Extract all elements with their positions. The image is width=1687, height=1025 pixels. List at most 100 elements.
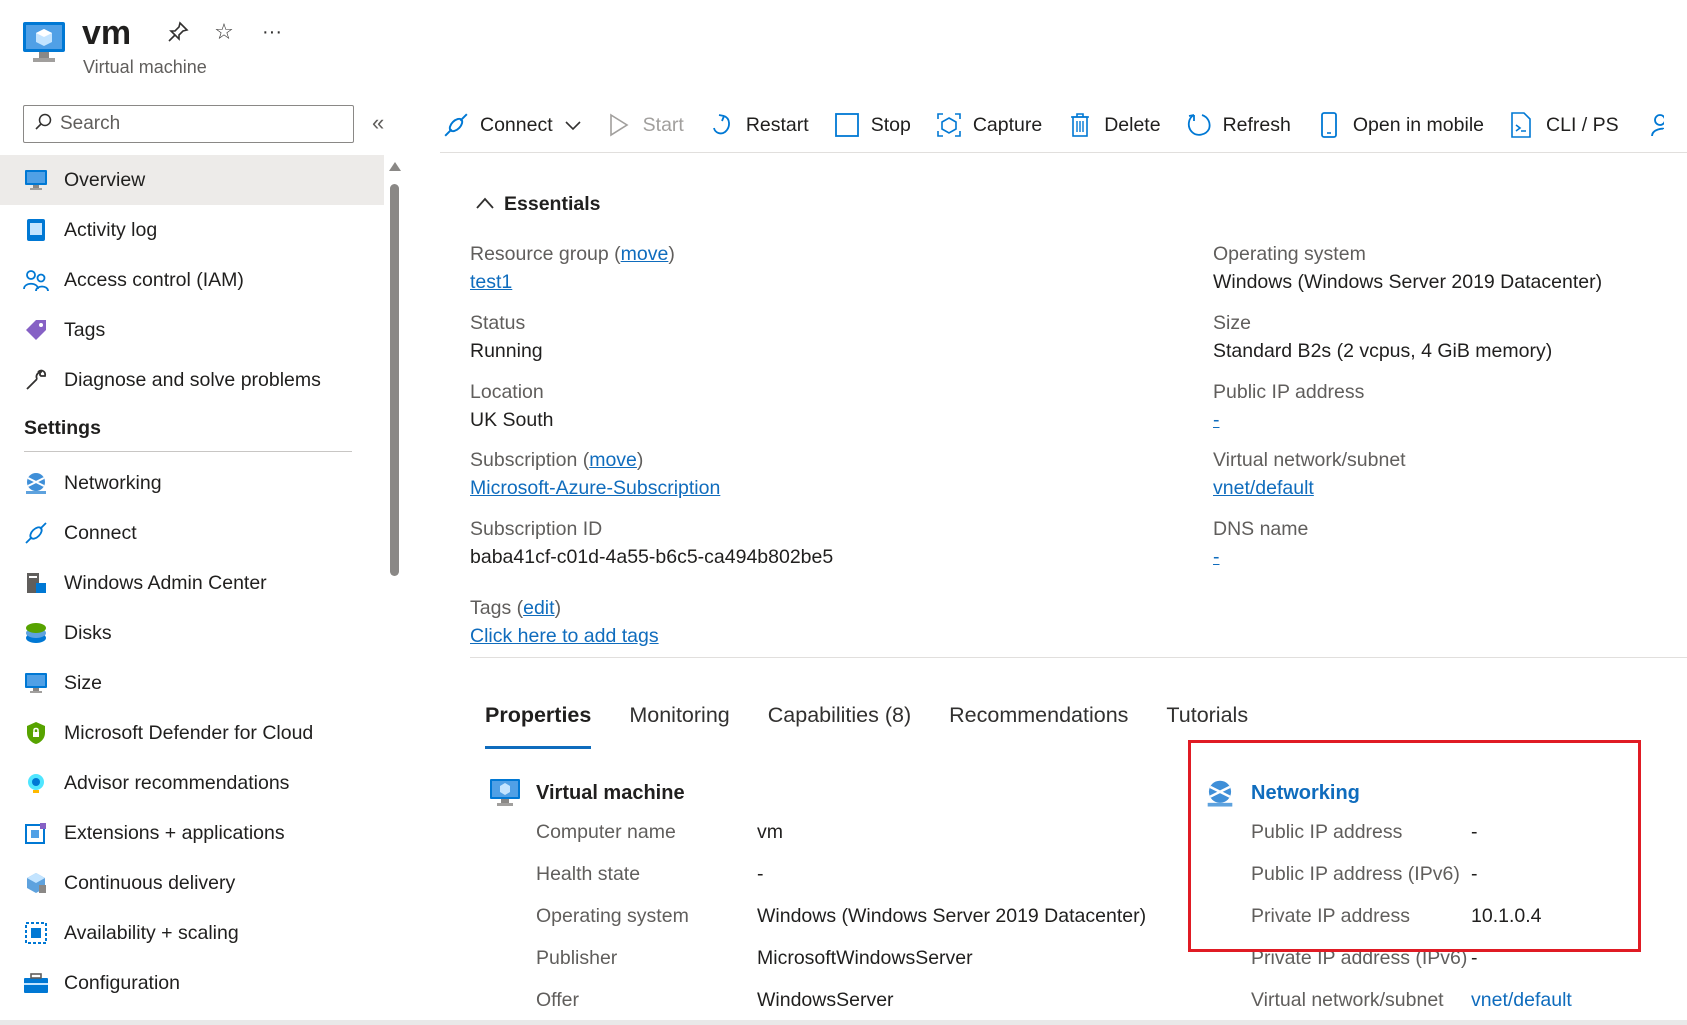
dns-link[interactable]: -: [1213, 546, 1220, 568]
vnet-subnet-link[interactable]: vnet/default: [1471, 986, 1572, 1014]
shield-icon: [22, 719, 50, 747]
status-value: Running: [470, 340, 543, 362]
resource-group-link[interactable]: test1: [470, 271, 512, 293]
public-ip-link[interactable]: -: [1213, 409, 1220, 431]
vnet-link[interactable]: vnet/default: [1213, 477, 1314, 499]
sidebar-item-label: Access control (IAM): [64, 268, 244, 291]
scroll-up-arrow-icon[interactable]: [389, 162, 401, 171]
delete-label: Delete: [1104, 113, 1161, 136]
more-icon[interactable]: ···: [258, 18, 286, 46]
size-label: Size: [1213, 312, 1251, 334]
monitor-icon: [22, 166, 50, 194]
cli-document-icon: [1508, 111, 1536, 139]
plug-icon: [442, 111, 470, 139]
prop-label: Computer name: [536, 821, 676, 843]
stop-icon: [833, 111, 861, 139]
cli-ps-button[interactable]: CLI / PS: [1508, 111, 1619, 139]
subscription-link[interactable]: Microsoft-Azure-Subscription: [470, 477, 720, 499]
capture-icon: [935, 111, 963, 139]
disk-icon: [22, 619, 50, 647]
star-icon[interactable]: ☆: [210, 18, 238, 46]
tab-capabilities[interactable]: Capabilities (8): [768, 703, 911, 749]
tags-edit-link[interactable]: edit: [523, 597, 554, 619]
sidebar-nav: Overview Activity log Access control (IA…: [0, 155, 384, 1008]
start-button[interactable]: Start: [605, 111, 684, 139]
sidebar-item-label: Disks: [64, 621, 112, 644]
bottom-edge: [0, 1020, 1687, 1025]
tags-label: Tags (: [470, 597, 524, 619]
person-feedback-icon: [1643, 111, 1671, 139]
sidebar-item-advisor[interactable]: Advisor recommendations: [0, 758, 384, 808]
close-paren: ): [636, 449, 644, 471]
delete-button[interactable]: Delete: [1066, 111, 1161, 139]
dns-field: DNS name -: [1213, 515, 1308, 571]
feedback-button[interactable]: [1643, 111, 1681, 139]
open-in-mobile-button[interactable]: Open in mobile: [1315, 111, 1484, 139]
connect-label: Connect: [480, 113, 553, 136]
capture-label: Capture: [972, 113, 1043, 136]
sidebar-item-disks[interactable]: Disks: [0, 608, 384, 658]
play-icon: [605, 111, 633, 139]
highlight-box: [1188, 740, 1641, 952]
sidebar-item-overview[interactable]: Overview: [0, 155, 384, 205]
capture-button[interactable]: Capture: [935, 111, 1042, 139]
tab-monitoring[interactable]: Monitoring: [629, 703, 729, 749]
subscription-move-link[interactable]: move: [589, 449, 637, 471]
sidebar-item-connect[interactable]: Connect: [0, 508, 384, 558]
sidebar-item-availability[interactable]: Availability + scaling: [0, 908, 384, 958]
scrollbar-thumb[interactable]: [390, 184, 399, 576]
sidebar-scrollbar[interactable]: [389, 162, 401, 1024]
resource-group-move-link[interactable]: move: [621, 243, 669, 265]
resource-header: vm Virtual machine ☆ ···: [0, 0, 1687, 90]
pin-icon[interactable]: [164, 18, 192, 46]
prop-value: -: [757, 863, 764, 885]
tab-properties[interactable]: Properties: [485, 703, 592, 749]
sidebar-item-windows-admin-center[interactable]: Windows Admin Center: [0, 558, 384, 608]
sidebar-item-diagnose[interactable]: Diagnose and solve problems: [0, 355, 384, 405]
tab-bar: Properties Monitoring Capabilities (8) R…: [485, 703, 1286, 749]
subscription-field: Subscription (move) Microsoft-Azure-Subs…: [470, 446, 720, 502]
advisor-icon: [22, 769, 50, 797]
sidebar-item-defender[interactable]: Microsoft Defender for Cloud: [0, 708, 384, 758]
search-box[interactable]: [23, 105, 354, 143]
tab-recommendations[interactable]: Recommendations: [949, 703, 1128, 749]
sidebar-item-access-control[interactable]: Access control (IAM): [0, 255, 384, 305]
location-field: Location UK South: [470, 378, 553, 434]
chevron-up-icon: [476, 196, 494, 214]
page-subtitle: Virtual machine: [83, 57, 207, 77]
sidebar-item-continuous-delivery[interactable]: Continuous delivery: [0, 858, 384, 908]
sidebar-item-tags[interactable]: Tags: [0, 305, 384, 355]
os-label: Operating system: [1213, 243, 1366, 265]
cube-icon: [22, 869, 50, 897]
subscription-id-field: Subscription ID baba41cf-c01d-4a55-b6c5-…: [470, 515, 833, 571]
resource-group-label: Resource group (: [470, 243, 621, 265]
sidebar-item-configuration[interactable]: Configuration: [0, 958, 384, 1008]
os-value: Windows (Windows Server 2019 Datacenter): [1213, 271, 1603, 293]
collapse-menu-icon[interactable]: «: [372, 110, 384, 136]
cli-ps-label: CLI / PS: [1546, 113, 1619, 136]
connect-button[interactable]: Connect: [442, 111, 581, 139]
prop-value: WindowsServer: [757, 989, 894, 1011]
sidebar-item-networking[interactable]: Networking: [0, 458, 384, 508]
stop-label: Stop: [870, 113, 911, 136]
add-tags-link[interactable]: Click here to add tags: [470, 625, 659, 647]
wrench-icon: [22, 366, 50, 394]
essentials-toggle[interactable]: Essentials: [476, 193, 600, 216]
prop-label: Health state: [536, 863, 641, 885]
sidebar-item-activity-log[interactable]: Activity log: [0, 205, 384, 255]
sidebar-item-extensions[interactable]: Extensions + applications: [0, 808, 384, 858]
refresh-button[interactable]: Refresh: [1185, 111, 1291, 139]
virtual-machine-icon: [488, 776, 522, 810]
search-input[interactable]: [60, 113, 340, 135]
networking-globe-icon: [22, 469, 50, 497]
sidebar-item-label: Availability + scaling: [64, 921, 239, 944]
essentials-divider: [470, 657, 1687, 658]
refresh-icon: [1185, 111, 1213, 139]
chevron-down-icon: [565, 114, 581, 137]
subscription-id-value: baba41cf-c01d-4a55-b6c5-ca494b802be5: [470, 546, 834, 568]
sidebar-item-size[interactable]: Size: [0, 658, 384, 708]
stop-button[interactable]: Stop: [833, 111, 911, 139]
restart-button[interactable]: Restart: [708, 111, 809, 139]
prop-label: Offer: [536, 989, 579, 1011]
mobile-phone-icon: [1315, 111, 1343, 139]
